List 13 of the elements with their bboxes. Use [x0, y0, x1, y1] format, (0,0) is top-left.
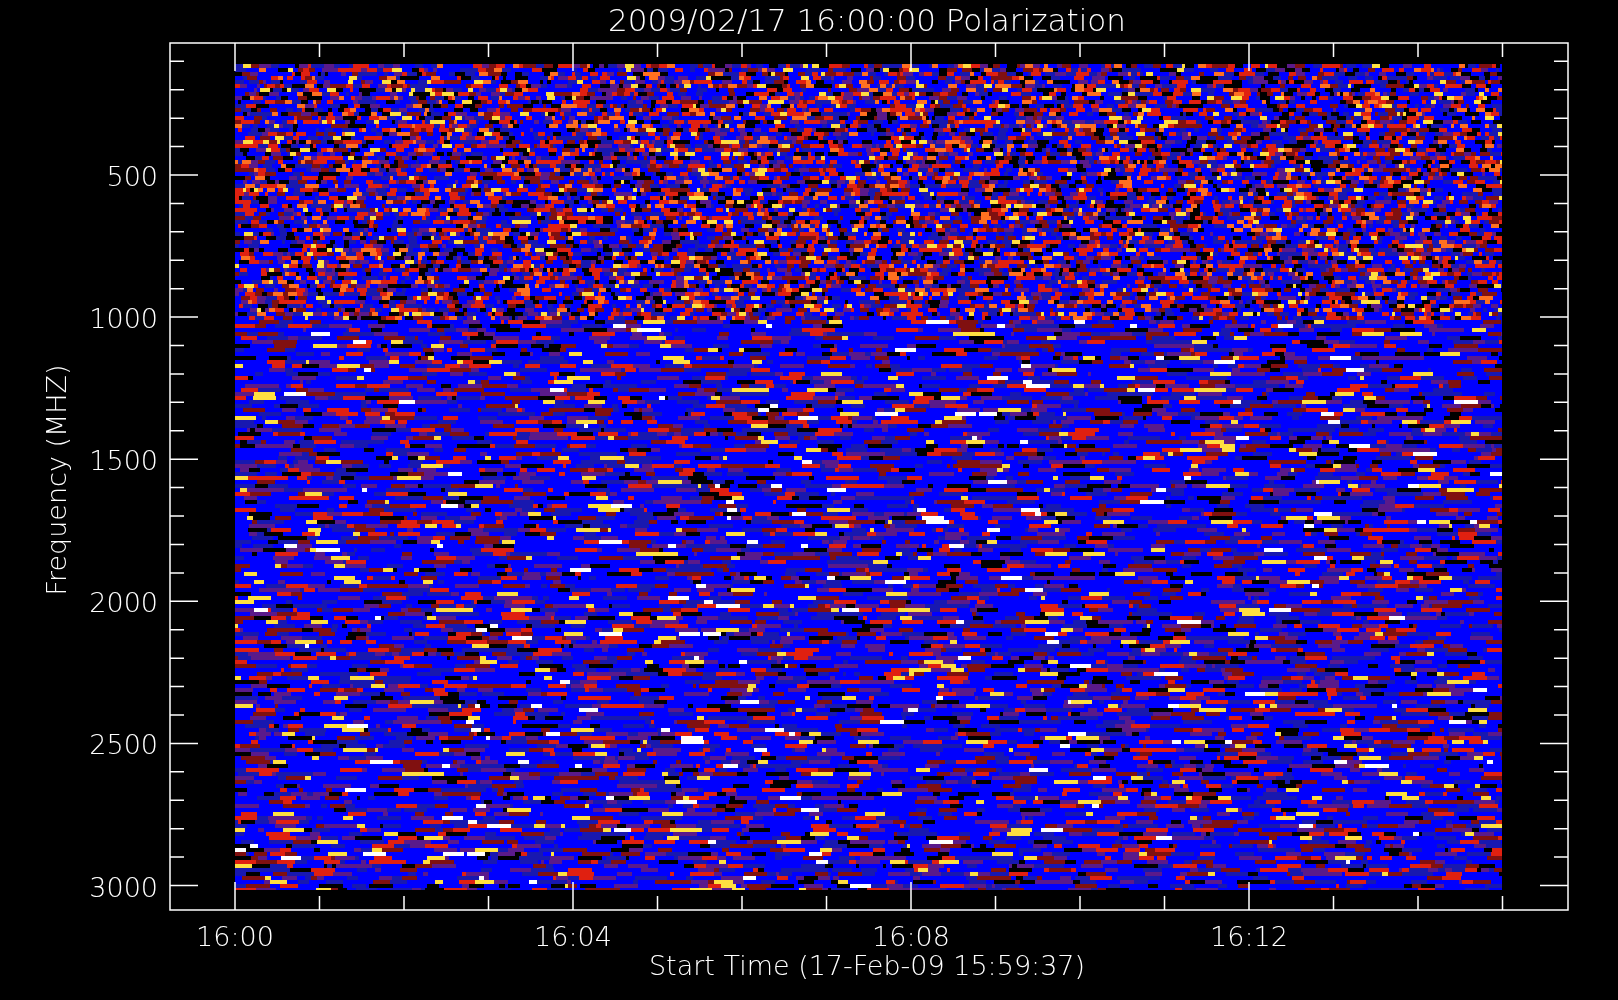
y-tick-label: 2500: [89, 729, 158, 761]
x-tick-label: 16:08: [872, 921, 950, 952]
x-tick-label: 16:04: [534, 921, 612, 952]
y-tick-label: 1500: [89, 445, 158, 477]
y-tick-label: 1000: [89, 303, 158, 335]
y-axis-label: Frequency (MHZ): [41, 364, 72, 596]
y-tick-label: 2000: [89, 587, 158, 619]
y-tick-label: 500: [106, 161, 158, 192]
x-axis-label: Start Time (17-Feb-09 15:59:37): [648, 950, 1086, 981]
x-tick-label: 16:00: [196, 921, 274, 952]
x-tick-label: 16:12: [1210, 921, 1288, 952]
chart-title: 2009/02/17 16:00:00 Polarization: [608, 2, 1126, 38]
y-tick-label: 3000: [89, 871, 158, 903]
